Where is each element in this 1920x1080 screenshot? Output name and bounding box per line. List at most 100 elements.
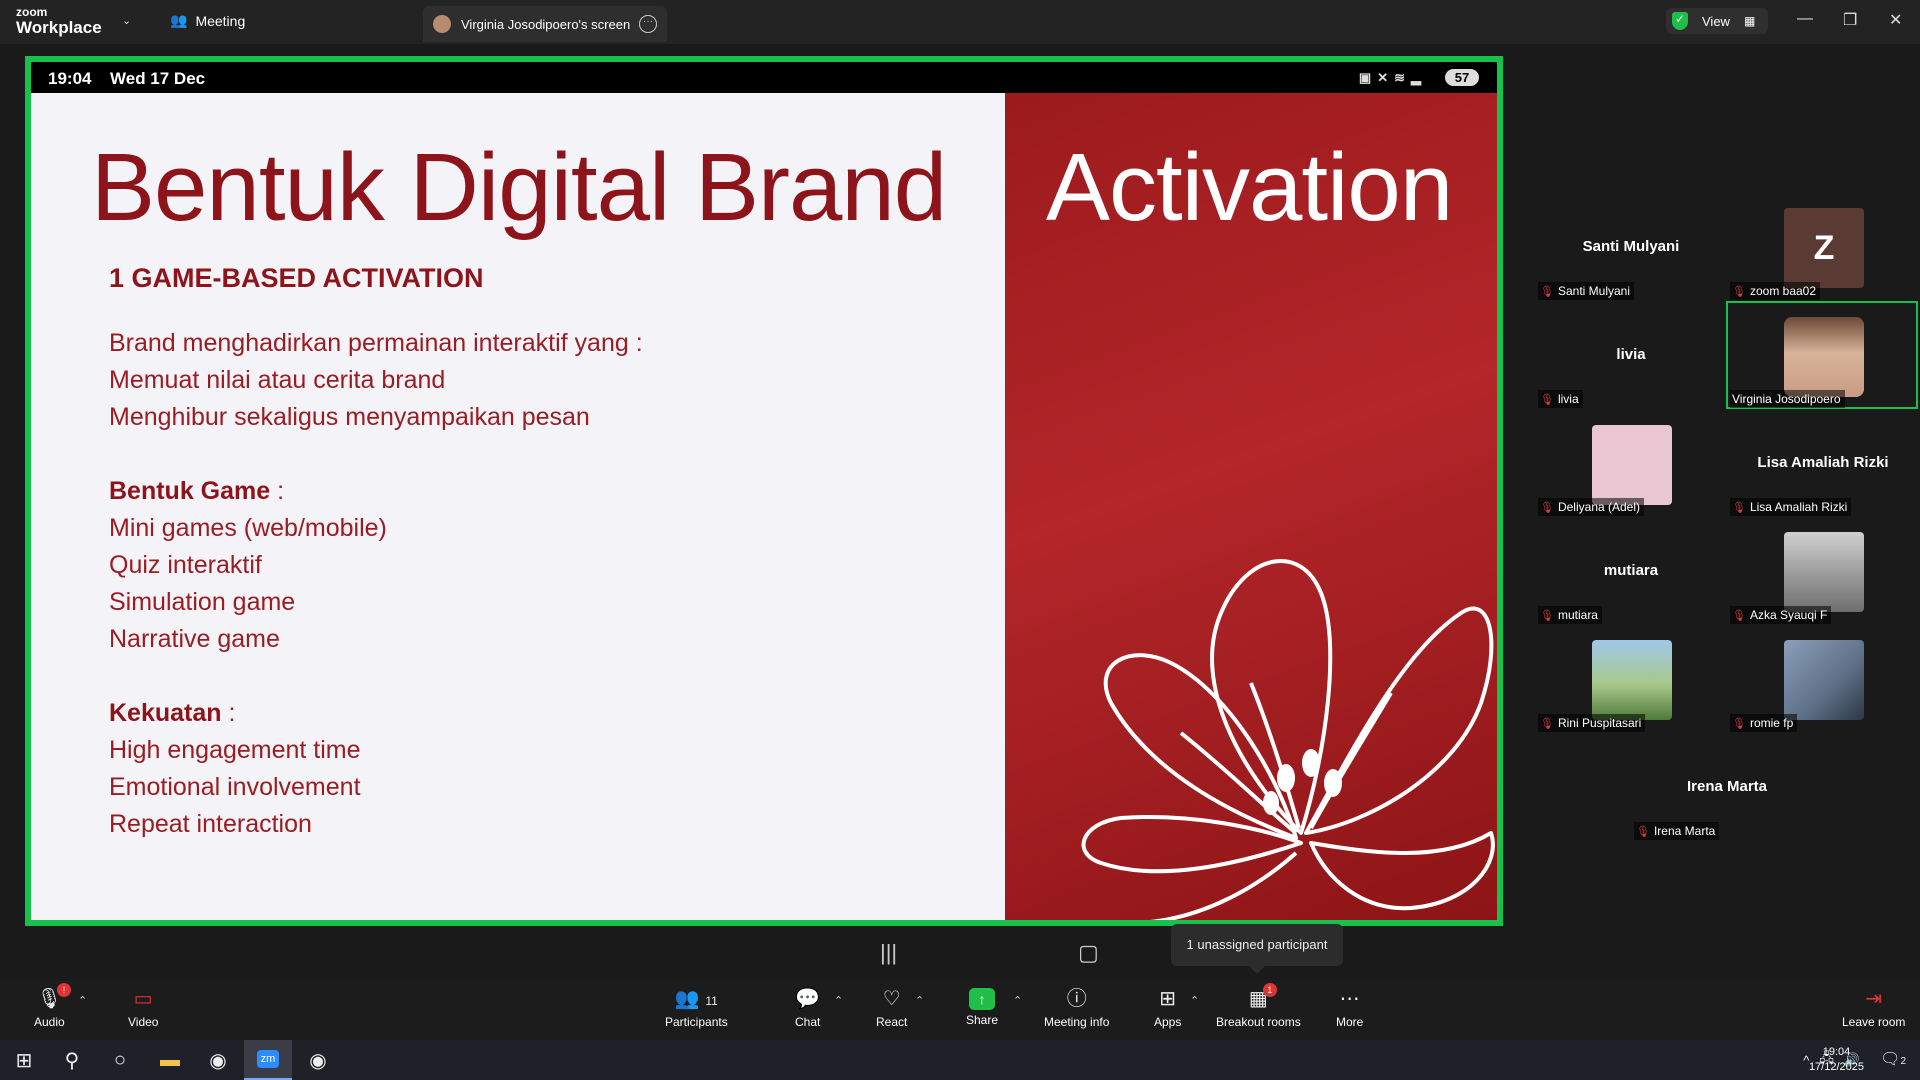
breakout-label: Breakout rooms	[1216, 1015, 1301, 1029]
participant-label-text: romie fp	[1749, 716, 1794, 730]
mic-muted-icon: 🎙	[1732, 285, 1746, 298]
meeting-info-button[interactable]: ⓘ Meeting info	[1044, 986, 1109, 1029]
phone-status-bar: 19:04 Wed 17 Dec ▣✕≋▂ 57	[31, 62, 1497, 93]
tab-shared-screen[interactable]: Virginia Josodipoero's screen ···	[423, 6, 667, 42]
video-button[interactable]: ▭ Video	[128, 986, 158, 1029]
participants-button[interactable]: 👥 11 Participants	[665, 986, 728, 1029]
audio-options-caret-icon[interactable]: ⌃	[78, 994, 87, 1007]
security-shield-icon[interactable]	[1672, 12, 1688, 30]
react-heart-icon: ♡	[882, 988, 901, 1010]
participants-count: 11	[705, 994, 718, 1008]
react-button[interactable]: ♡ React	[876, 986, 907, 1029]
notification-center-icon[interactable]: 🗨2	[1880, 1049, 1906, 1069]
presentation-slide: Bentuk Digital Brand Activation 1 GAME-B…	[31, 93, 1497, 920]
maximize-icon[interactable]: ❐	[1843, 10, 1857, 30]
participant-name-display: mutiara	[1603, 562, 1659, 579]
title-bar: zoom Workplace ⌄ 👥 Meeting Virginia Joso…	[0, 0, 1920, 44]
intro-line: Memuat nilai atau cerita brand	[109, 366, 446, 394]
tab-meeting-label: Meeting	[195, 12, 246, 29]
audio-label: Audio	[34, 1015, 65, 1029]
participant-label: 🎙 Lisa Amaliah Rizki	[1730, 498, 1852, 516]
taskbar-clock[interactable]: 19:04 17/12/2025	[1809, 1045, 1864, 1075]
minimize-icon[interactable]: —	[1797, 10, 1813, 28]
participant-label-text: Deliyana (Adel)	[1557, 500, 1641, 514]
leave-label: Leave room	[1842, 1015, 1906, 1029]
chrome-profile-icon[interactable]: ◉	[294, 1040, 342, 1080]
view-label: View	[1702, 13, 1730, 29]
people-icon: 👥	[170, 12, 188, 28]
windows-start-icon[interactable]: ⊞	[0, 1040, 48, 1080]
mic-muted-icon: 🎙	[1732, 501, 1746, 514]
mic-muted-icon: 🎙	[1540, 501, 1554, 514]
logo-workplace-text: Workplace	[16, 18, 102, 37]
zoom-app-icon[interactable]: zm	[244, 1040, 292, 1080]
apps-button[interactable]: ⊞ Apps	[1154, 986, 1181, 1029]
participant-label-text: Lisa Amaliah Rizki	[1749, 500, 1848, 514]
participant-name-display: livia	[1616, 346, 1646, 363]
mic-muted-icon: 🎙	[1636, 825, 1650, 838]
participant-label: 🎙 zoom baa02	[1730, 282, 1821, 300]
recent-apps-icon[interactable]: |||	[880, 940, 897, 966]
audio-button[interactable]: 🎙! Audio	[34, 983, 72, 1029]
leave-room-button[interactable]: ⇥ Leave room	[1842, 986, 1905, 1029]
more-icon: ⋯	[1339, 988, 1360, 1010]
participant-label: 🎙 Santi Mulyani	[1538, 282, 1635, 300]
participant-label-text: Virginia Josodipoero	[1732, 392, 1841, 406]
participant-label: 🎙 Deliyana (Adel)	[1538, 498, 1645, 516]
chat-options-caret-icon[interactable]: ⌃	[834, 994, 843, 1007]
more-options-icon[interactable]: ···	[639, 15, 657, 33]
share-options-caret-icon[interactable]: ⌃	[1013, 994, 1022, 1007]
section-title: Bentuk Game	[109, 477, 271, 505]
participant-label: 🎙 romie fp	[1730, 714, 1798, 732]
close-icon[interactable]: ✕	[1889, 10, 1902, 30]
section-bentuk-game: Bentuk Game :	[109, 473, 643, 510]
share-screen-icon: ↑	[969, 988, 996, 1010]
tab-meeting[interactable]: 👥 Meeting	[170, 12, 245, 29]
logo-zoom-text: zoom	[16, 5, 48, 19]
apps-label: Apps	[1154, 1015, 1182, 1029]
more-button[interactable]: ⋯ More	[1336, 986, 1363, 1029]
slide-title-part2: Activation	[1046, 134, 1453, 241]
mic-muted-icon: 🎙	[1540, 393, 1554, 406]
chat-button[interactable]: 💬 Chat	[795, 986, 820, 1029]
meeting-toolbar: 🎙! Audio ⌃ ▭ Video 👥 11 Participants 💬 C…	[0, 980, 1920, 1040]
apps-options-caret-icon[interactable]: ⌃	[1190, 994, 1199, 1007]
chevron-down-icon[interactable]: ⌄	[122, 14, 131, 27]
react-label: React	[876, 1015, 908, 1029]
leave-room-icon: ⇥	[1865, 988, 1883, 1010]
notification-count: 2	[1900, 1056, 1906, 1067]
search-icon[interactable]: ⚲	[48, 1040, 96, 1080]
alert-badge: !	[57, 983, 72, 997]
tab-shared-screen-label: Virginia Josodipoero's screen	[461, 16, 631, 32]
task-view-icon[interactable]: ○	[96, 1040, 144, 1080]
participant-name-display: Lisa Amaliah Rizki	[1757, 454, 1889, 471]
participant-label: 🎙 Rini Puspitasari	[1538, 714, 1646, 732]
zoom-workplace-logo[interactable]: zoom Workplace	[16, 6, 102, 36]
info-icon: ⓘ	[1066, 988, 1087, 1010]
slide-subheading: 1 GAME-BASED ACTIVATION	[109, 263, 484, 293]
share-button[interactable]: ↑ Share	[966, 986, 998, 1027]
intro-line: Menghibur sekaligus menyampaikan pesan	[109, 403, 590, 431]
section-colon: :	[221, 699, 236, 727]
mic-muted-icon: 🎙	[1540, 609, 1554, 622]
participant-label: 🎙 livia	[1538, 390, 1583, 408]
breakout-badge: 1	[1262, 983, 1277, 997]
breakout-tooltip: 1 unassigned participant	[1171, 924, 1343, 974]
more-label: More	[1336, 1015, 1364, 1029]
participant-name-display: Irena Marta	[1686, 778, 1768, 795]
view-button[interactable]: View ▦	[1666, 8, 1768, 34]
react-options-caret-icon[interactable]: ⌃	[915, 994, 924, 1007]
participant-label-text: livia	[1557, 392, 1579, 406]
taskbar-time: 19:04	[1822, 1046, 1851, 1058]
list-item: Repeat interaction	[109, 810, 312, 838]
participant-name-display: Santi Mulyani	[1582, 238, 1680, 255]
participant-avatar	[1592, 640, 1672, 720]
breakout-rooms-button[interactable]: ▦ 1 Breakout rooms	[1216, 983, 1301, 1029]
file-explorer-icon[interactable]: ▬	[146, 1040, 194, 1080]
home-icon[interactable]: ▢	[1078, 940, 1099, 966]
phone-time: 19:04	[48, 69, 92, 88]
phone-date: Wed 17 Dec	[110, 69, 206, 88]
chrome-icon[interactable]: ◉	[194, 1040, 242, 1080]
breakout-rooms-icon: ▦ 1	[1249, 983, 1277, 1012]
intro-line: Brand menghadirkan permainan interaktif …	[109, 329, 643, 357]
